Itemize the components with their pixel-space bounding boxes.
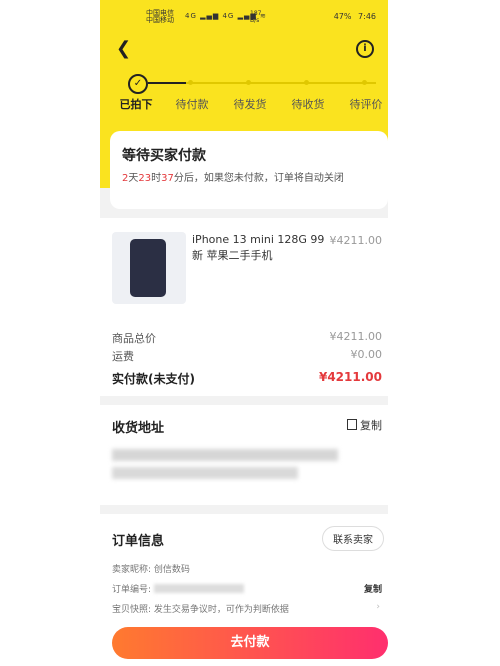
carrier-2: 中国移动: [146, 16, 174, 24]
step-label-await-review: 待评价: [349, 98, 383, 111]
carrier-info: 中国电信 中国移动: [146, 10, 174, 24]
product-title[interactable]: iPhone 13 mini 128G 99新 苹果二手手机: [192, 232, 332, 264]
app-screen: 中国电信 中国移动 4G ▂▄▆ 4G ▂▄▆ ≋ 187 B/s 47% 7:…: [100, 0, 388, 666]
countdown-days-unit: 天: [128, 173, 139, 184]
order-info-title: 订单信息: [112, 534, 165, 549]
order-number-row: 订单编号: 复制: [112, 582, 382, 595]
net-speed: 187 B/s: [250, 10, 262, 24]
phone-image: [130, 239, 166, 297]
step-dot: [188, 80, 193, 85]
seller-nickname: 卖家昵称: 创信数码: [112, 565, 190, 575]
product-image[interactable]: [112, 232, 186, 304]
copy-address-button[interactable]: 复制: [347, 417, 382, 433]
product-price: ¥4211.00: [329, 234, 383, 247]
copy-address-label: 复制: [360, 419, 382, 432]
address-card: 收货地址 复制: [100, 405, 388, 505]
snapshot-text: 宝贝快照: 发生交易争议时，可作为判断依据: [112, 605, 289, 615]
countdown-text: 2天23时37分后，如果您未付款，订单将自动关闭: [122, 171, 370, 186]
step-dot: [362, 80, 367, 85]
order-progress: ✓ 已拍下 待付款 待发货 待收货 待评价: [100, 72, 388, 112]
goods-total-label: 商品总价: [112, 332, 156, 345]
info-icon[interactable]: i: [356, 40, 374, 58]
shipping-label: 运费: [112, 350, 134, 363]
contact-seller-button[interactable]: 联系卖家: [322, 526, 384, 551]
goods-total-value: ¥4211.00: [329, 330, 383, 343]
paid-value: ¥4211.00: [318, 370, 382, 384]
status-bar: 中国电信 中国移动 4G ▂▄▆ 4G ▂▄▆ ≋ 187 B/s 47% 7:…: [100, 10, 388, 26]
clock: 7:46: [358, 12, 376, 21]
order-number-label: 订单编号:: [112, 585, 152, 595]
copy-order-number-button[interactable]: 复制: [364, 582, 382, 595]
step-dot: [304, 80, 309, 85]
chevron-right-icon: ›: [376, 602, 380, 612]
paid-label: 实付款(未支付): [112, 372, 195, 386]
status-title: 等待买家付款: [122, 148, 206, 164]
shipping-row: 运费 ¥0.00: [112, 348, 382, 364]
step-label-ordered: 已拍下: [119, 98, 153, 111]
step-label-await-shipping: 待发货: [233, 98, 267, 111]
battery-level: 47%: [333, 12, 352, 21]
check-icon: ✓: [128, 74, 148, 94]
address-redacted: [112, 467, 298, 479]
status-right: 47% 7:46: [334, 12, 376, 21]
address-redacted: [112, 449, 338, 461]
address-title: 收货地址: [112, 421, 165, 436]
payment-status-card: 等待买家付款 2天23时37分后，如果您未付款，订单将自动关闭: [110, 131, 388, 209]
step-dot: [246, 80, 251, 85]
progress-line: [186, 82, 376, 84]
step-label-await-payment: 待付款: [175, 98, 209, 111]
pay-button[interactable]: 去付款: [112, 627, 388, 659]
shipping-value: ¥0.00: [350, 348, 383, 361]
countdown-hours: 23: [138, 173, 152, 184]
goods-total-row: 商品总价 ¥4211.00: [112, 330, 382, 346]
countdown-rest: 分后，如果您未付款，订单将自动关闭: [173, 173, 344, 184]
back-icon[interactable]: ❮: [116, 38, 131, 59]
countdown-minutes: 37: [161, 173, 174, 184]
order-card: iPhone 13 mini 128G 99新 苹果二手手机 ¥4211.00 …: [100, 218, 388, 396]
snapshot-row[interactable]: 宝贝快照: 发生交易争议时，可作为判断依据 ›: [112, 602, 382, 615]
progress-line: [148, 82, 186, 84]
countdown-hours-unit: 时: [151, 173, 162, 184]
order-number-redacted: [153, 584, 244, 593]
step-label-await-receipt: 待收货: [291, 98, 325, 111]
paid-row: 实付款(未支付) ¥4211.00: [112, 370, 382, 387]
copy-icon: [347, 419, 357, 430]
